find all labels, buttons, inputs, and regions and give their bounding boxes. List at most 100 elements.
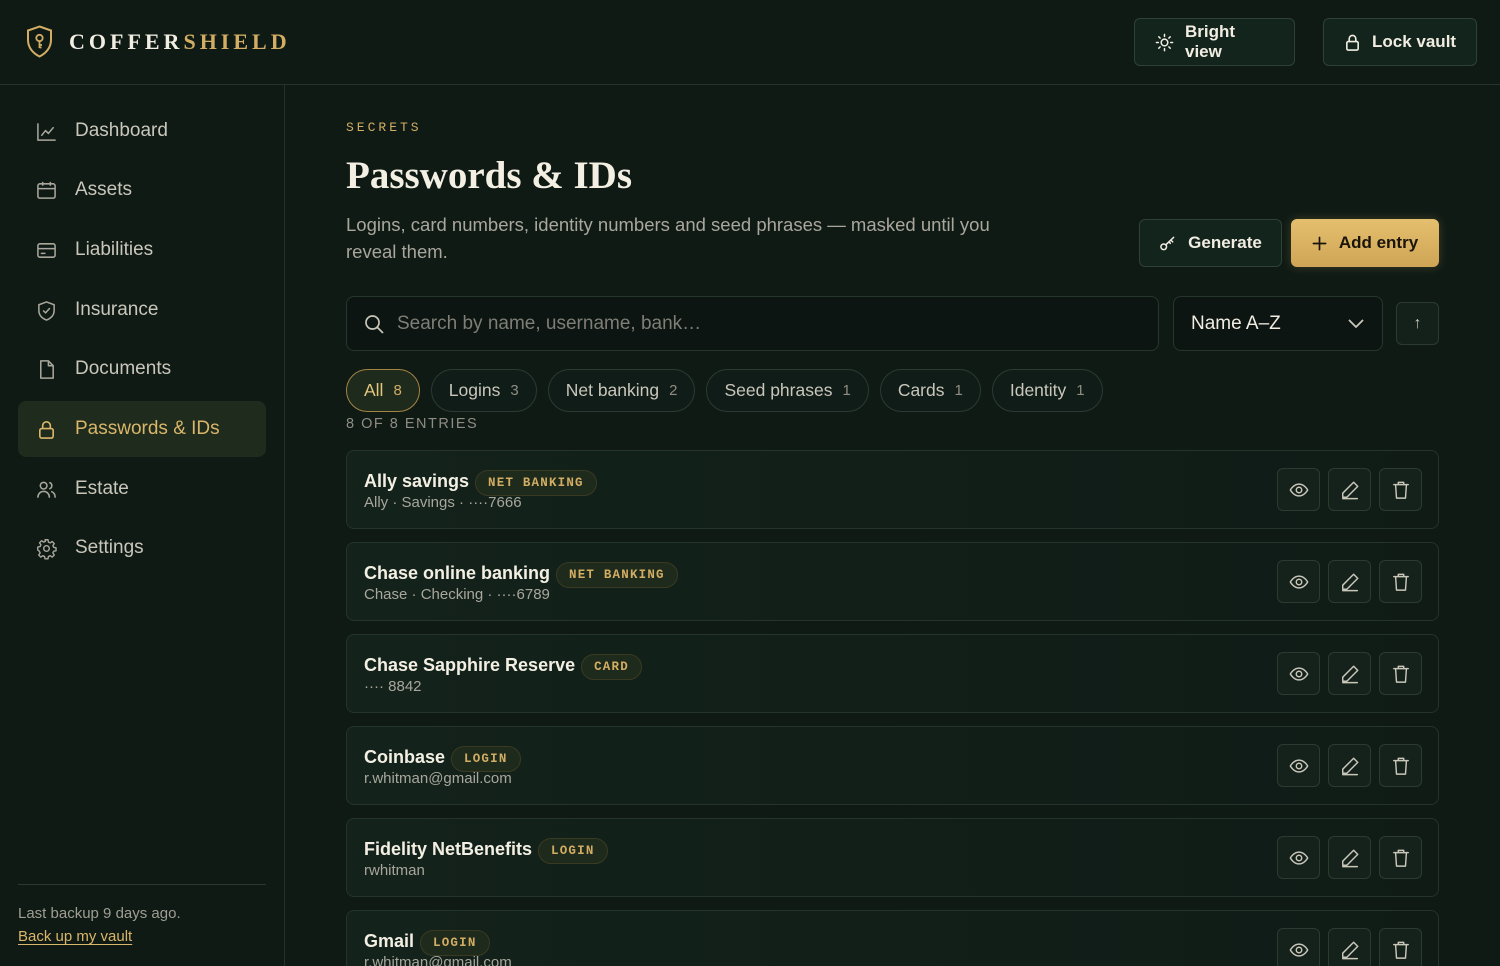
list-item[interactable]: Gmail LOGIN r.whitman@gmail.com xyxy=(346,910,1439,966)
entry-actions xyxy=(1277,836,1422,879)
entry-title-row: Gmail LOGIN xyxy=(364,926,490,956)
pencil-icon xyxy=(1340,572,1360,592)
users-icon xyxy=(36,479,57,500)
page-description: Logins, card numbers, identity numbers a… xyxy=(346,214,990,262)
entry-type-badge: NET BANKING xyxy=(556,562,678,588)
entry-actions xyxy=(1277,468,1422,511)
filter-chip-all[interactable]: All 8 xyxy=(346,369,420,412)
entry-actions xyxy=(1277,652,1422,695)
entry-type-badge: LOGIN xyxy=(451,746,521,772)
bright-view-button[interactable]: Bright view xyxy=(1134,18,1295,66)
sidebar-item-passwords-ids[interactable]: Passwords & IDs xyxy=(18,401,266,457)
reveal-button[interactable] xyxy=(1277,560,1320,603)
list-item[interactable]: Ally savings NET BANKING Ally · Savings … xyxy=(346,450,1439,529)
key-icon xyxy=(1159,235,1176,252)
entry-type-badge: NET BANKING xyxy=(475,470,597,496)
list-item[interactable]: Chase online banking NET BANKING Chase ·… xyxy=(346,542,1439,621)
sidebar-item-estate[interactable]: Estate xyxy=(18,461,266,517)
delete-button[interactable] xyxy=(1379,744,1422,787)
chart-icon xyxy=(36,121,57,142)
entry-type-badge: LOGIN xyxy=(538,838,608,864)
entry-subtitle: r.whitman@gmail.com xyxy=(364,954,512,966)
delete-button[interactable] xyxy=(1379,560,1422,603)
entry-subtitle: ···· 8842 xyxy=(364,678,422,695)
eye-icon xyxy=(1289,848,1309,868)
delete-button[interactable] xyxy=(1379,836,1422,879)
filter-chip-cards[interactable]: Cards 1 xyxy=(879,369,981,412)
backup-vault-link[interactable]: Back up my vault xyxy=(18,928,132,945)
plus-icon xyxy=(1312,236,1327,251)
trash-icon xyxy=(1392,756,1410,776)
reveal-button[interactable] xyxy=(1277,836,1320,879)
entry-title-row: Chase online banking NET BANKING xyxy=(364,558,678,588)
trash-icon xyxy=(1392,572,1410,592)
eye-icon xyxy=(1289,756,1309,776)
search-input[interactable] xyxy=(397,312,1137,335)
edit-button[interactable] xyxy=(1328,560,1371,603)
reveal-button[interactable] xyxy=(1277,652,1320,695)
entry-type-badge: CARD xyxy=(581,654,642,680)
shield-logo-icon xyxy=(26,25,53,58)
edit-button[interactable] xyxy=(1328,928,1371,966)
eye-icon xyxy=(1289,664,1309,684)
sidebar-item-documents[interactable]: Documents xyxy=(18,341,266,397)
main-content: SECRETS Passwords & IDs Logins, card num… xyxy=(285,85,1500,966)
entry-type-badge: LOGIN xyxy=(420,930,490,956)
edit-button[interactable] xyxy=(1328,836,1371,879)
edit-button[interactable] xyxy=(1328,744,1371,787)
pencil-icon xyxy=(1340,848,1360,868)
delete-button[interactable] xyxy=(1379,468,1422,511)
reveal-button[interactable] xyxy=(1277,468,1320,511)
edit-button[interactable] xyxy=(1328,652,1371,695)
filter-chip-seed-phrases[interactable]: Seed phrases 1 xyxy=(706,369,869,412)
entry-actions xyxy=(1277,560,1422,603)
filter-chip-net-banking[interactable]: Net banking 2 xyxy=(547,369,696,412)
entry-name: Coinbase xyxy=(364,746,446,767)
sort-direction-button[interactable]: ↑ xyxy=(1396,302,1439,345)
filter-chip-logins[interactable]: Logins 3 xyxy=(430,369,537,412)
sun-icon xyxy=(1155,33,1174,52)
lock-icon xyxy=(36,419,57,440)
generate-button[interactable]: Generate xyxy=(1139,219,1282,267)
sidebar-item-assets[interactable]: Assets xyxy=(18,162,266,218)
pencil-icon xyxy=(1340,480,1360,500)
delete-button[interactable] xyxy=(1379,652,1422,695)
list-item[interactable]: Chase Sapphire Reserve CARD ···· 8842 xyxy=(346,634,1439,713)
sidebar-item-insurance[interactable]: Insurance xyxy=(18,282,266,338)
entry-title-row: Chase Sapphire Reserve CARD xyxy=(364,650,642,680)
filter-chips: All 8 Logins 3 Net banking 2 Seed phrase… xyxy=(346,369,1103,412)
edit-button[interactable] xyxy=(1328,468,1371,511)
entry-name: Fidelity NetBenefits xyxy=(364,838,533,859)
pencil-icon xyxy=(1340,756,1360,776)
entry-subtitle: Ally · Savings · ····7666 xyxy=(364,494,522,511)
eye-icon xyxy=(1289,572,1309,592)
page-title: Passwords & IDs xyxy=(346,154,633,197)
entry-name: Ally savings xyxy=(364,470,470,491)
delete-button[interactable] xyxy=(1379,928,1422,966)
sort-select[interactable]: Name A–Z xyxy=(1173,296,1383,351)
entries-count: 8 OF 8 ENTRIES xyxy=(346,416,479,432)
list-item[interactable]: Fidelity NetBenefits LOGIN rwhitman xyxy=(346,818,1439,897)
trash-icon xyxy=(1392,664,1410,684)
search-box xyxy=(346,296,1159,351)
add-entry-button[interactable]: Add entry xyxy=(1291,219,1439,267)
pencil-icon xyxy=(1340,664,1360,684)
lock-vault-button[interactable]: Lock vault xyxy=(1323,18,1477,66)
brand-name: COFFERSHIELD xyxy=(69,28,291,54)
list-item[interactable]: Coinbase LOGIN r.whitman@gmail.com xyxy=(346,726,1439,805)
document-icon xyxy=(36,359,57,380)
sidebar-item-liabilities[interactable]: Liabilities xyxy=(18,222,266,278)
sidebar-item-settings[interactable]: Settings xyxy=(18,520,266,576)
shield-check-icon xyxy=(36,300,57,321)
brand-logo[interactable]: COFFERSHIELD xyxy=(26,25,291,58)
last-backup-text: Last backup 9 days ago. xyxy=(18,905,181,922)
entry-title-row: Coinbase LOGIN xyxy=(364,742,521,772)
reveal-button[interactable] xyxy=(1277,928,1320,966)
section-eyebrow: SECRETS xyxy=(346,120,422,135)
entry-actions xyxy=(1277,744,1422,787)
filter-chip-identity[interactable]: Identity 1 xyxy=(991,369,1103,412)
sidebar-item-dashboard[interactable]: Dashboard xyxy=(18,103,266,159)
entry-name: Chase Sapphire Reserve xyxy=(364,654,576,675)
reveal-button[interactable] xyxy=(1277,744,1320,787)
eye-icon xyxy=(1289,480,1309,500)
